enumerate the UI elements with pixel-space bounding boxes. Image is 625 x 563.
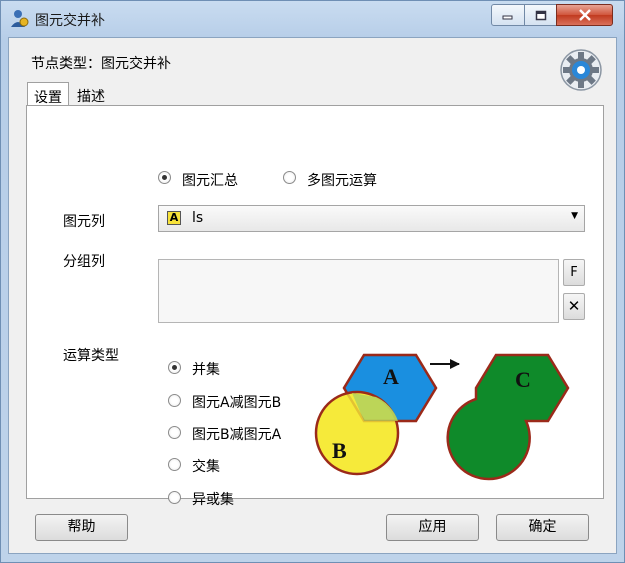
op-union-label[interactable]: 并集 (192, 359, 220, 379)
window-title: 图元交并补 (35, 13, 105, 29)
dialog-window: 图元交并补 节点类型：图元交并补 设置 描述 图元汇总 多图元运算 图元列 A … (0, 0, 625, 563)
apply-button[interactable]: 应用 (386, 514, 479, 541)
ok-button[interactable]: 确定 (496, 514, 589, 541)
tab-settings[interactable]: 设置 (27, 82, 69, 106)
group-formula-button[interactable]: F (563, 259, 585, 286)
title-bar[interactable]: 图元交并补 (1, 1, 624, 35)
feature-column-select[interactable]: A ls ▼ (158, 205, 585, 232)
close-button[interactable] (556, 4, 613, 26)
app-icon (11, 10, 29, 27)
union-diagram: A B C (314, 353, 570, 481)
op-a-minus-b-label[interactable]: 图元A减图元B (192, 392, 281, 412)
result-c-shape (446, 353, 570, 481)
group-column-label: 分组列 (63, 254, 105, 270)
label-b: B (332, 438, 347, 463)
label-a: A (383, 364, 399, 389)
maximize-icon (535, 10, 546, 20)
minimize-button[interactable] (491, 4, 525, 26)
op-b-minus-a-label[interactable]: 图元B减图元A (192, 424, 281, 444)
settings-panel: 图元汇总 多图元运算 图元列 A ls ▼ 分组列 F ✕ 运算类型 并集 图元… (26, 105, 604, 508)
op-intersect-radio[interactable] (168, 458, 181, 471)
field-type-icon: A (167, 211, 181, 225)
op-intersect-label[interactable]: 交集 (192, 456, 220, 476)
feature-column-label: 图元列 (63, 214, 105, 230)
close-icon (578, 9, 591, 21)
mode-summary-label[interactable]: 图元汇总 (182, 170, 238, 190)
settings-gear-icon[interactable] (559, 48, 603, 92)
dialog-body: 节点类型：图元交并补 设置 描述 图元汇总 多图元运算 图元列 A ls ▼ 分… (8, 37, 617, 554)
label-c: C (515, 367, 531, 392)
operation-type-label: 运算类型 (63, 348, 119, 364)
op-b-minus-a-radio[interactable] (168, 426, 181, 439)
group-clear-button[interactable]: ✕ (563, 293, 585, 320)
mode-multi-radio[interactable] (283, 171, 296, 184)
mode-summary-radio[interactable] (158, 171, 171, 184)
feature-column-value: ls (192, 210, 204, 226)
dropdown-arrow-icon: ▼ (571, 211, 578, 221)
op-xor-radio[interactable] (168, 491, 181, 504)
maximize-button[interactable] (524, 4, 557, 26)
node-type-label: 节点类型：图元交并补 (31, 56, 171, 72)
op-xor-label[interactable]: 异或集 (192, 489, 234, 509)
help-button[interactable]: 帮助 (35, 514, 128, 541)
tab-description[interactable]: 描述 (71, 82, 111, 106)
group-column-field[interactable] (158, 259, 559, 323)
op-union-radio[interactable] (168, 361, 181, 374)
arrow-head-icon (450, 359, 460, 369)
mode-multi-label[interactable]: 多图元运算 (307, 170, 377, 190)
op-a-minus-b-radio[interactable] (168, 394, 181, 407)
minimize-icon (502, 15, 513, 20)
